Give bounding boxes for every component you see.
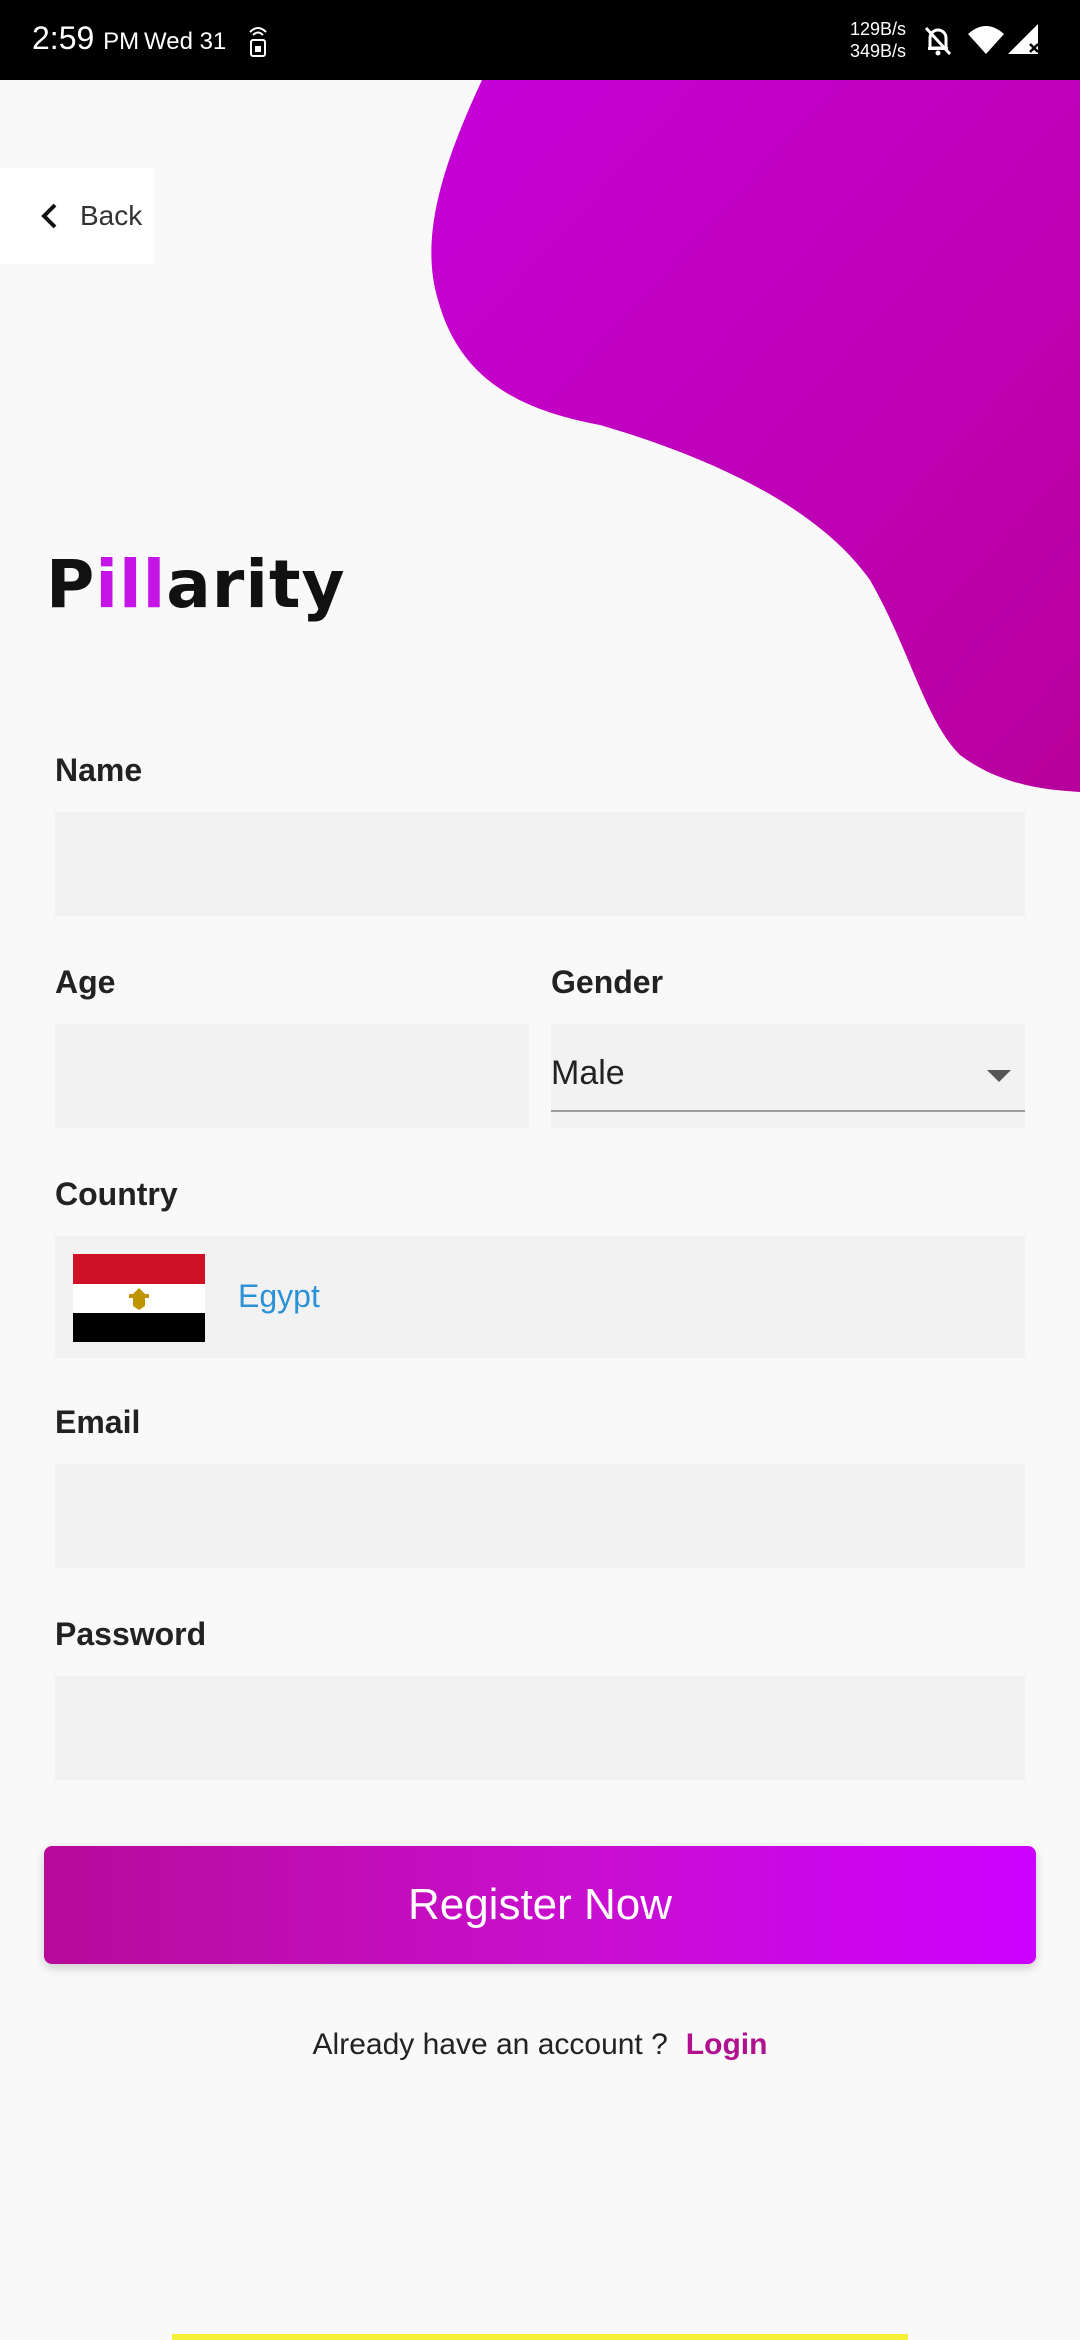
mute-bell-icon (924, 26, 952, 56)
country-value: Egypt (238, 1278, 320, 1314)
status-day: Wed 31 (144, 28, 227, 55)
email-label: Email (55, 1404, 141, 1440)
country-picker[interactable]: Egypt (55, 1236, 1025, 1358)
chevron-left-icon (41, 203, 57, 229)
status-time-value: 2:59 (32, 20, 95, 56)
gender-label: Gender (551, 964, 664, 1000)
decorative-blob (431, 80, 1080, 792)
login-prompt: Already have an account ? Login (0, 2028, 1080, 2062)
signal-icon (1008, 24, 1039, 54)
dropdown-arrow-icon (987, 1070, 1011, 1082)
age-field[interactable] (55, 1024, 529, 1128)
status-bar: 2:59 PM Wed 31 129B/s 349B/s (0, 0, 1080, 80)
gender-value: Male (551, 1054, 625, 1092)
speed-up: 129B/s (849, 19, 906, 39)
password-label: Password (55, 1616, 207, 1652)
network-speed: 129B/s 349B/s (828, 18, 906, 62)
name-label: Name (55, 752, 143, 788)
status-time: 2:59 PM (32, 20, 139, 57)
country-label: Country (55, 1176, 178, 1212)
logo-part-2: ill (95, 546, 167, 623)
name-field[interactable] (55, 812, 1025, 916)
register-button[interactable]: Register Now (44, 1846, 1036, 1964)
back-button[interactable]: Back (0, 168, 154, 264)
already-have-account-text: Already have an account ? (312, 2028, 668, 2061)
login-link[interactable]: Login (686, 2028, 768, 2061)
email-field[interactable] (55, 1464, 1025, 1568)
egypt-flag-icon (73, 1254, 205, 1342)
app-logo: Pillarity (46, 546, 346, 623)
logo-part-3: arity (166, 546, 346, 623)
gender-select[interactable]: Male (551, 1024, 1025, 1128)
wifi-icon (968, 26, 1004, 54)
back-label: Back (80, 200, 143, 231)
password-field[interactable] (55, 1676, 1025, 1780)
select-underline (551, 1110, 1025, 1112)
age-label: Age (55, 964, 116, 1000)
register-label: Register Now (407, 1880, 673, 1929)
logo-part-1: P (46, 546, 96, 623)
speed-down: 349B/s (849, 41, 906, 61)
bottom-indicator (172, 2334, 908, 2340)
status-ampm: PM (103, 28, 140, 55)
sim-icon (249, 27, 267, 57)
